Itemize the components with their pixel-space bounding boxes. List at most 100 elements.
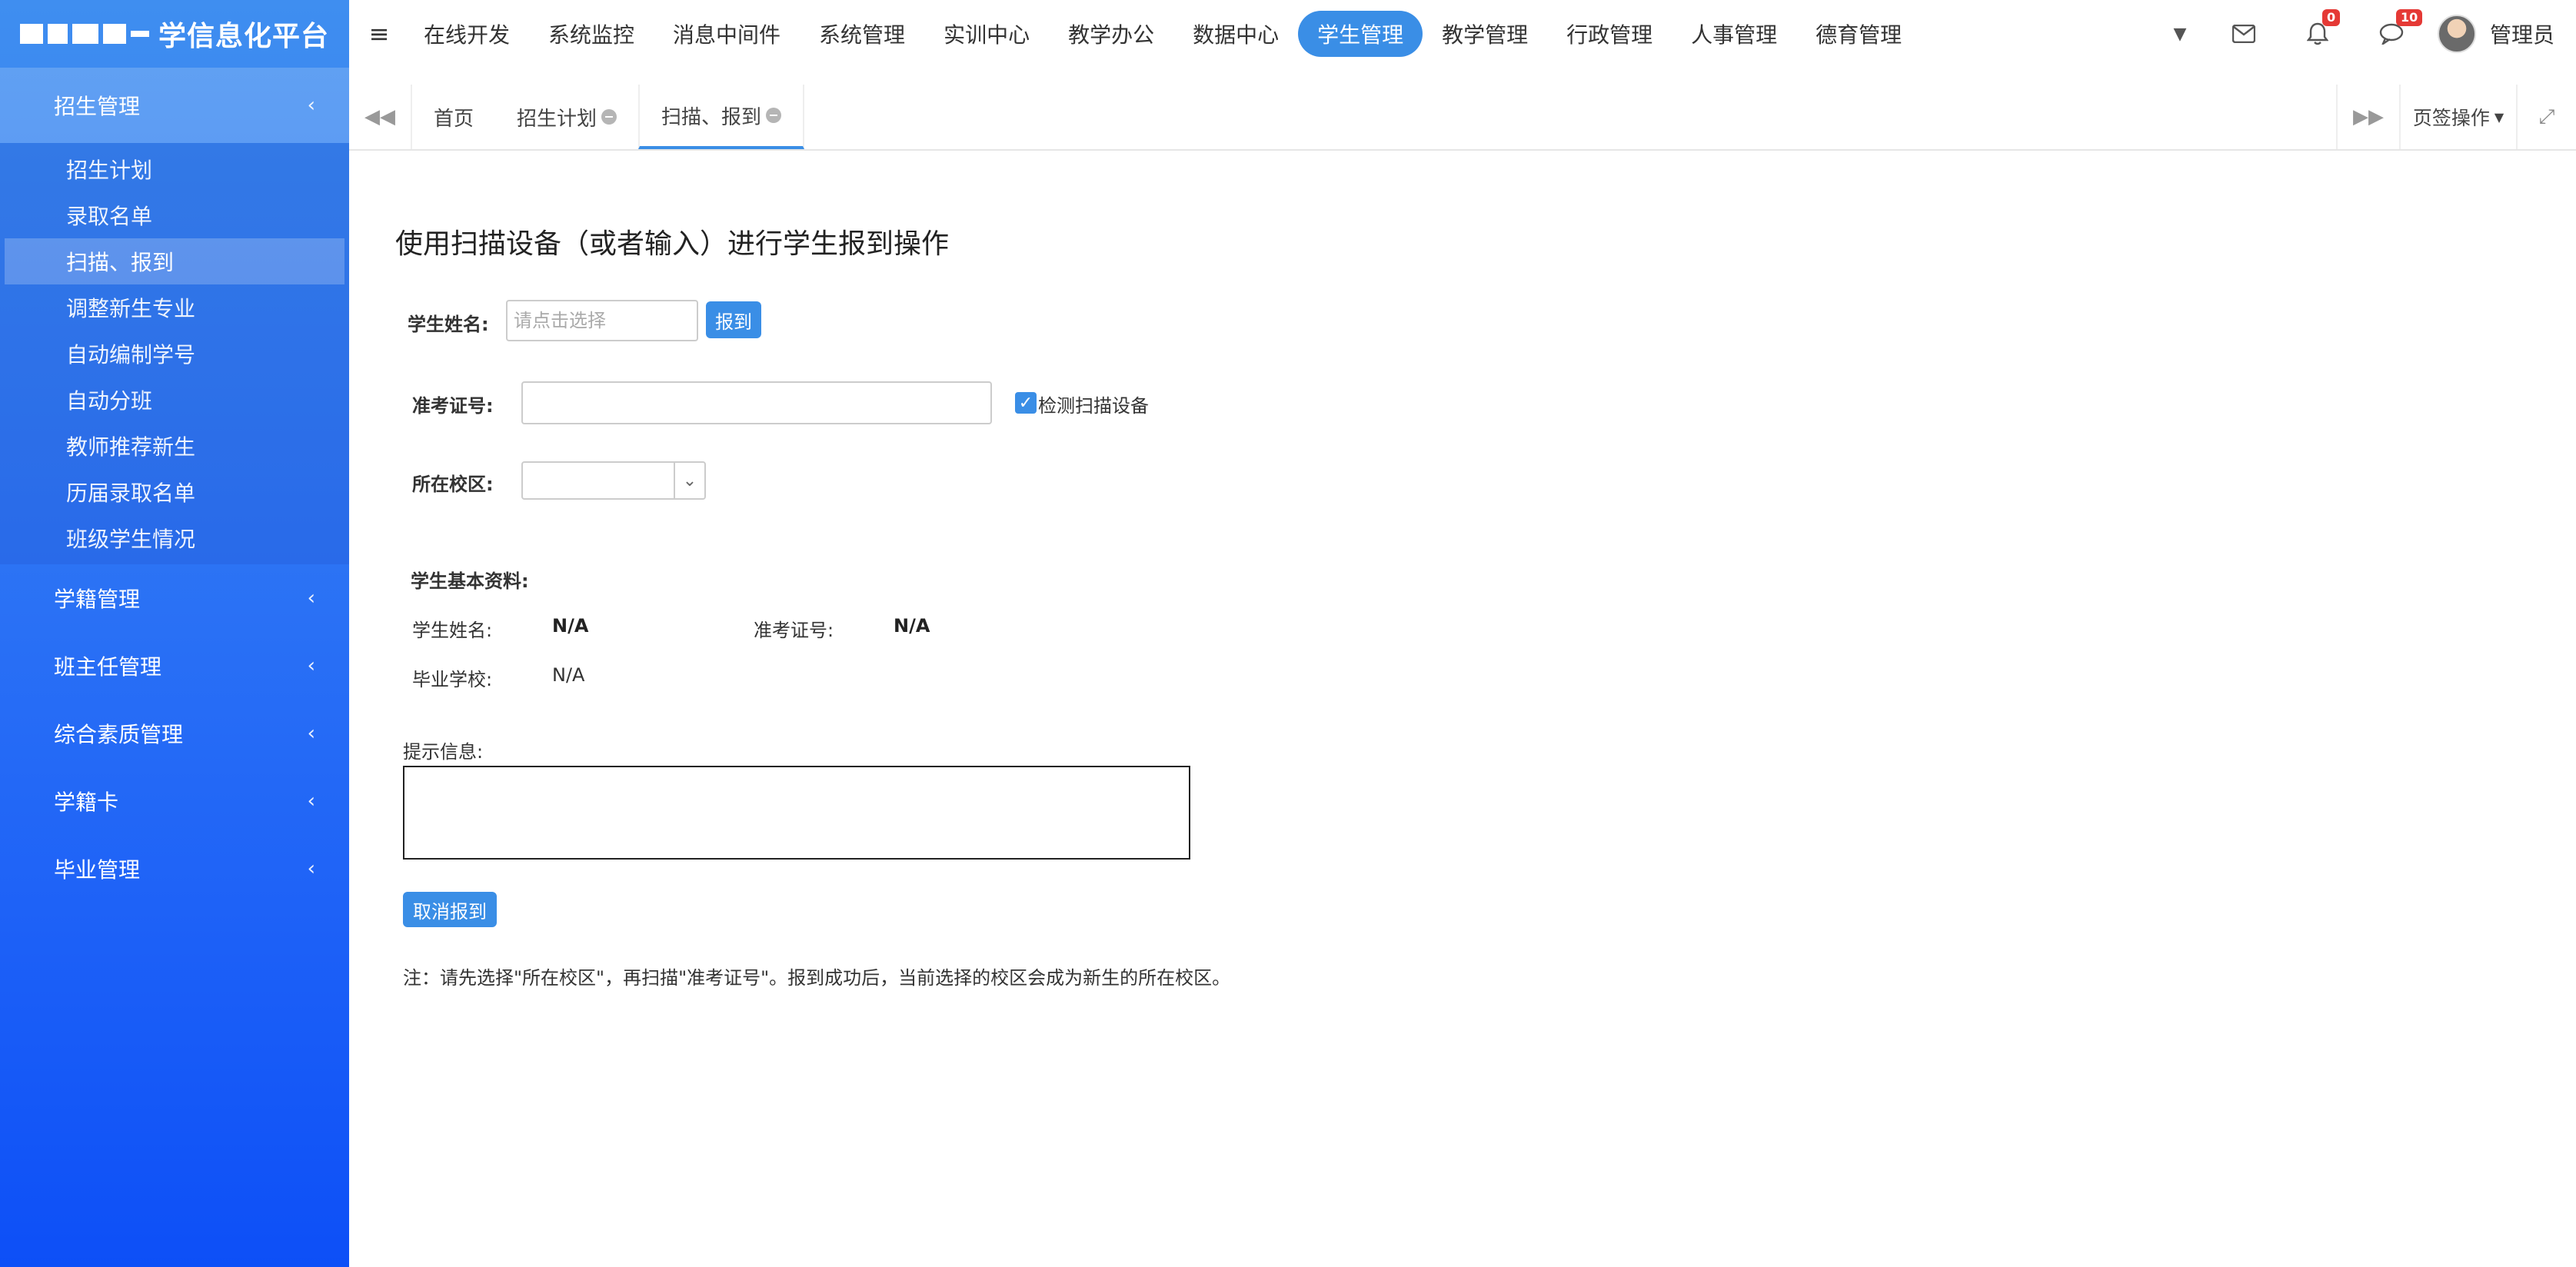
tab-close-icon[interactable] (766, 108, 782, 123)
sidebar-item-auto-student-id[interactable]: 自动编制学号 (0, 331, 349, 377)
top-right-tools: ▼ 0 10 管理员 (2153, 0, 2576, 68)
top-navigation: ≡ 在线开发 系统监控 消息中间件 系统管理 实训中心 教学办公 数据中心 学生… (349, 0, 2576, 68)
fullscreen-icon[interactable]: ⤢ (2516, 85, 2576, 149)
sidebar-item-label: 调整新生专业 (66, 296, 196, 321)
ticket-number-input[interactable] (521, 381, 992, 424)
usage-note: 注：请先选择"所在校区"，再扫描"准考证号"。报到成功后，当前选择的校区会成为新… (403, 967, 1231, 989)
nav-item-system-monitor[interactable]: 系统监控 (529, 11, 654, 57)
nav-item-online-dev[interactable]: 在线开发 (404, 11, 529, 57)
tab-label: 招生计划 (517, 107, 597, 131)
nav-item-administration[interactable]: 行政管理 (1547, 11, 1672, 57)
notification-count-badge: 0 (2321, 9, 2341, 26)
nav-item-moral-education[interactable]: 德育管理 (1796, 11, 1921, 57)
info-school-label: 毕业学校: (412, 669, 493, 690)
sidebar-group-label: 毕业管理 (54, 857, 141, 883)
chevron-left-icon: ‹ (307, 94, 315, 117)
student-name-label: 学生姓名: (408, 314, 489, 335)
sidebar-item-adjust-major[interactable]: 调整新生专业 (0, 284, 349, 331)
main-content: 使用扫描设备（或者输入）进行学生报到操作 学生姓名: 报到 准考证号: ✓ 检测… (349, 151, 2576, 1267)
sidebar-submenu: 招生计划 录取名单 扫描、报到 调整新生专业 自动编制学号 自动分班 教师推荐新… (0, 143, 349, 564)
chat-icon[interactable]: 10 (2355, 0, 2428, 68)
cancel-report-button[interactable]: 取消报到 (403, 892, 497, 927)
tab-scan-report[interactable]: 扫描、报到 (638, 85, 805, 149)
info-name-value: N/A (552, 615, 589, 637)
nav-item-message-middleware[interactable]: 消息中间件 (654, 11, 800, 57)
page-ops-label: 页签操作 (2412, 107, 2490, 129)
chevron-left-icon: ‹ (307, 790, 315, 813)
brand-title: 学信息化平台 (158, 21, 330, 52)
sidebar-group-quality[interactable]: 综合素质管理 ‹ (0, 700, 349, 767)
page-title: 使用扫描设备（或者输入）进行学生报到操作 (395, 228, 950, 260)
chevron-down-icon: ⌄ (674, 463, 704, 498)
bell-icon[interactable]: 0 (2281, 0, 2355, 68)
nav-item-student-management[interactable]: 学生管理 (1298, 11, 1423, 57)
basic-info-title: 学生基本资料: (411, 570, 529, 592)
nav-item-system-admin[interactable]: 系统管理 (800, 11, 924, 57)
mail-icon[interactable] (2207, 0, 2281, 68)
tabs-right-tools: ▶▶ 页签操作 ▼ ⤢ (2336, 85, 2576, 149)
sidebar-group-enrollment[interactable]: 学籍管理 ‹ (0, 564, 349, 632)
sidebar-group-label: 综合素质管理 (54, 722, 184, 747)
nav-item-teaching-office[interactable]: 教学办公 (1049, 11, 1173, 57)
hint-message-box (403, 766, 1190, 860)
hint-label: 提示信息: (403, 741, 484, 763)
caret-down-icon: ▼ (2494, 109, 2504, 125)
sidebar-item-past-admissions[interactable]: 历届录取名单 (0, 469, 349, 515)
sidebar-group-graduation[interactable]: 毕业管理 ‹ (0, 835, 349, 903)
student-name-input[interactable] (506, 300, 698, 341)
detect-scanner-checkbox[interactable]: ✓ (1015, 392, 1037, 414)
sidebar-item-auto-class[interactable]: 自动分班 (0, 377, 349, 423)
sidebar-group-label: 学籍卡 (54, 790, 119, 815)
info-ticket-value: N/A (894, 615, 930, 637)
tab-home[interactable]: 首页 (412, 85, 495, 149)
tab-close-icon[interactable] (601, 109, 617, 125)
page-tab-operations-dropdown[interactable]: 页签操作 ▼ (2399, 85, 2516, 149)
tab-admission-plan[interactable]: 招生计划 (495, 85, 638, 149)
sidebar-group-admission[interactable]: 招生管理 ‹ (0, 68, 349, 143)
message-count-badge: 10 (2395, 9, 2423, 26)
logo-mark-icon (20, 24, 154, 44)
brand-logo[interactable]: 学信息化平台 (0, 0, 349, 68)
sidebar-item-label: 班级学生情况 (66, 527, 196, 552)
info-school-value: N/A (552, 664, 585, 686)
tabs-scroll-right-icon[interactable]: ▶▶ (2336, 85, 2399, 149)
user-name: 管理员 (2489, 22, 2554, 48)
info-name-label: 学生姓名: (412, 620, 493, 641)
chevron-left-icon: ‹ (307, 722, 315, 745)
nav-item-data-center[interactable]: 数据中心 (1173, 11, 1298, 57)
sidebar-item-admission-plan[interactable]: 招生计划 (0, 146, 349, 192)
sidebar-group-head-teacher[interactable]: 班主任管理 ‹ (0, 632, 349, 700)
campus-selected-value (523, 463, 674, 498)
more-dropdown-icon[interactable]: ▼ (2153, 0, 2207, 68)
sidebar-group-student-card[interactable]: 学籍卡 ‹ (0, 767, 349, 835)
sidebar-item-scan-report[interactable]: 扫描、报到 (5, 238, 344, 284)
chevron-left-icon: ‹ (307, 587, 315, 610)
sidebar: 学信息化平台 招生管理 ‹ 招生计划 录取名单 扫描、报到 调整新生专业 自动编… (0, 0, 349, 1267)
sidebar-item-label: 自动分班 (66, 388, 153, 414)
sidebar-item-label: 扫描、报到 (66, 250, 175, 275)
sidebar-group-label: 班主任管理 (54, 654, 162, 680)
tabs-scroll-left-icon[interactable]: ◀◀ (349, 85, 412, 149)
nav-item-hr[interactable]: 人事管理 (1672, 11, 1796, 57)
sidebar-item-label: 录取名单 (66, 204, 153, 229)
nav-item-teaching-management[interactable]: 教学管理 (1423, 11, 1547, 57)
tab-label: 首页 (434, 107, 474, 131)
info-ticket-label: 准考证号: (754, 620, 834, 641)
nav-item-training-center[interactable]: 实训中心 (924, 11, 1049, 57)
user-menu[interactable]: 管理员 (2428, 15, 2576, 53)
sidebar-item-admission-list[interactable]: 录取名单 (0, 192, 349, 238)
page-tabs-bar: ◀◀ 首页 招生计划 扫描、报到 ▶▶ 页签操作 ▼ ⤢ (349, 85, 2576, 151)
sidebar-item-label: 教师推荐新生 (66, 434, 196, 460)
sidebar-item-teacher-recommend[interactable]: 教师推荐新生 (0, 423, 349, 469)
sidebar-item-label: 自动编制学号 (66, 342, 196, 367)
chevron-left-icon: ‹ (307, 654, 315, 677)
avatar (2437, 15, 2476, 53)
sidebar-group-label: 招生管理 (54, 94, 141, 119)
sidebar-item-class-students[interactable]: 班级学生情况 (0, 515, 349, 561)
sidebar-item-label: 招生计划 (66, 158, 153, 183)
campus-select[interactable]: ⌄ (521, 461, 706, 500)
menu-toggle-icon[interactable]: ≡ (360, 19, 398, 48)
sidebar-item-label: 历届录取名单 (66, 481, 196, 506)
detect-scanner-label: 检测扫描设备 (1038, 395, 1149, 417)
report-button[interactable]: 报到 (706, 301, 761, 338)
